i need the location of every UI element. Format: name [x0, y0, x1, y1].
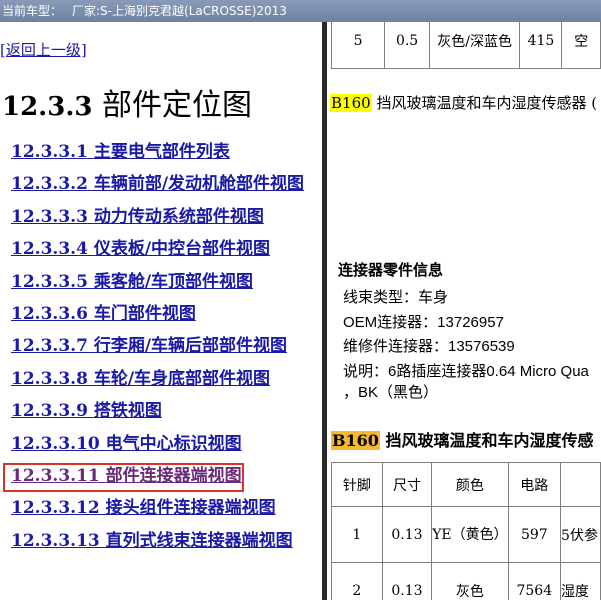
connector-caption: B160 挡风玻璃温度和车内湿度传感器 ( [330, 92, 597, 113]
table-row: 5 0.5 灰色/深蓝色 415 空 [330, 22, 601, 69]
table-header-row: 针脚 尺寸 颜色 电路 [331, 462, 601, 507]
connector-tag: B160 [331, 431, 380, 450]
info-description: 说明：6路插座连接器0.64 Micro Qua [343, 363, 589, 380]
info-description-cont: ，BK（黑色） [343, 384, 439, 401]
nav-item-front-engine-bay[interactable]: 12.3.3.2 车辆前部/发动机舱部件视图 [11, 172, 304, 204]
table-row: 1 0.13 YE（黄色） 597 5伏参 [331, 506, 601, 563]
table-cell: 灰色 [431, 562, 509, 600]
nav-item-label: 车门部件视图 [93, 303, 196, 324]
table-cell: 597 [507, 506, 562, 563]
nav-item-number: 12.3.3.3 [11, 206, 88, 227]
nav-item-label: 主要电气部件列表 [93, 142, 230, 162]
col-header-size: 尺寸 [381, 462, 433, 507]
nav-item-number: 12.3.3.5 [11, 271, 88, 292]
nav-item-inline-connector-end[interactable]: 12.3.3.13 直列式线束连接器端视图 [11, 529, 304, 561]
info-harness-type: 线束类型：车身 [343, 289, 449, 306]
nav-item-label: 车辆前部/发动机舱部件视图 [93, 174, 305, 195]
selection-highlight-box [3, 463, 244, 492]
nav-item-number: 12.3.3.13 [11, 530, 100, 551]
col-header-pin: 针脚 [331, 462, 383, 507]
table-cell: 空 [561, 22, 601, 69]
nav-item-trunk-rear[interactable]: 12.3.3.7 行李厢/车辆后部部件视图 [11, 334, 304, 366]
connector-section-heading: B160 挡风玻璃温度和车内湿度传感 [331, 427, 594, 451]
col-header-function [560, 462, 601, 507]
table-cell: 415 [519, 22, 563, 69]
table-cell: 0.5 [384, 22, 430, 69]
table-cell: 0.13 [381, 562, 433, 600]
current-model-name: 厂家:S-上海别克君越(LaCROSSE)2013 [72, 4, 287, 18]
nav-item-instrument-panel[interactable]: 12.3.3.4 仪表板/中控台部件视图 [11, 237, 304, 269]
nav-item-label: 直列式线束连接器端视图 [105, 530, 293, 551]
nav-item-number: 12.3.3.8 [11, 368, 88, 389]
info-oem-connector: OEM连接器：13726957 [343, 314, 504, 331]
current-model-label: 当前车型： [2, 4, 63, 18]
nav-item-wheels-underbody[interactable]: 12.3.3.8 车轮/车身底部部件视图 [11, 367, 304, 399]
nav-item-label: 动力传动系统部件视图 [93, 206, 264, 227]
title-bar: 当前车型： 厂家:S-上海别克君越(LaCROSSE)2013 [0, 0, 601, 22]
table-row: 2 0.13 灰色 7564 湿度 [331, 562, 601, 600]
table-cell: 5 [330, 22, 386, 69]
right-content-pane: 5 0.5 灰色/深蓝色 415 空 B160 挡风玻璃温度和车内湿度传感器 (… [327, 22, 601, 600]
table-cell: 2 [331, 562, 383, 600]
table-cell: 湿度 [560, 562, 601, 600]
nav-item-number: 12.3.3.1 [11, 142, 88, 162]
table-cell: 0.13 [381, 506, 433, 563]
table-cell: 7564 [507, 562, 562, 600]
nav-item-label: 行李厢/车辆后部部件视图 [93, 336, 288, 357]
back-link[interactable]: [返回上一级] [0, 39, 87, 60]
nav-item-doors[interactable]: 12.3.3.6 车门部件视图 [11, 302, 304, 334]
connector-info-title: 连接器零件信息 [338, 261, 444, 279]
nav-item-label: 接头组件连接器端视图 [105, 498, 276, 519]
nav-item-number: 12.3.3.7 [11, 336, 88, 357]
section-title: 12.3.3 部件定位图 [2, 80, 252, 124]
table-cell: 5伏参 [560, 506, 601, 563]
nav-item-label: 仪表板/中控台部件视图 [93, 239, 271, 260]
connector-tag: B160 [330, 94, 372, 112]
section-title-text: 部件定位图 [102, 88, 253, 123]
nav-item-number: 12.3.3.2 [11, 174, 88, 195]
nav-item-label: 乘客舱/车顶部件视图 [93, 271, 254, 292]
nav-item-passenger-roof[interactable]: 12.3.3.5 乘客舱/车顶部件视图 [11, 270, 304, 302]
left-navigation-pane: [返回上一级] 12.3.3 部件定位图 12.3.3.1 主要电气部件列表 1… [0, 22, 322, 600]
nav-item-powertrain[interactable]: 12.3.3.3 动力传动系统部件视图 [11, 205, 304, 237]
nav-item-number: 12.3.3.10 [11, 433, 100, 454]
col-header-color: 颜色 [431, 462, 509, 507]
pin-table-previous: 5 0.5 灰色/深蓝色 415 空 [330, 22, 601, 69]
nav-item-label: 搭铁视图 [93, 401, 162, 422]
connector-caption-text: 挡风玻璃温度和车内湿度传感器 ( [376, 94, 598, 112]
table-cell: 灰色/深蓝色 [428, 22, 521, 69]
connector-heading-text: 挡风玻璃温度和车内湿度传感 [385, 431, 594, 450]
nav-item-number: 12.3.3.6 [11, 303, 88, 324]
nav-item-label: 车轮/车身底部部件视图 [93, 368, 271, 389]
nav-list: 12.3.3.1 主要电气部件列表 12.3.3.2 车辆前部/发动机舱部件视图… [11, 140, 304, 561]
nav-item-electrical-center[interactable]: 12.3.3.10 电气中心标识视图 [11, 432, 304, 464]
nav-item-number: 12.3.3.12 [11, 498, 100, 519]
nav-item-number: 12.3.3.4 [11, 239, 88, 260]
table-cell: YE（黄色） [431, 506, 509, 563]
nav-item-ground[interactable]: 12.3.3.9 搭铁视图 [11, 399, 304, 431]
nav-item-splice-connector-end[interactable]: 12.3.3.12 接头组件连接器端视图 [11, 496, 304, 528]
table-cell: 1 [331, 506, 383, 563]
nav-item-label: 电气中心标识视图 [105, 433, 242, 454]
info-service-connector: 维修件连接器：13576539 [343, 338, 515, 355]
pin-table: 针脚 尺寸 颜色 电路 1 0.13 YE（黄色） 597 5伏参 2 0.13… [331, 462, 601, 600]
col-header-circuit: 电路 [507, 462, 562, 507]
nav-item-main-parts-list[interactable]: 12.3.3.1 主要电气部件列表 [11, 140, 304, 172]
section-number: 12.3.3 [2, 92, 93, 122]
nav-item-number: 12.3.3.9 [11, 401, 88, 422]
